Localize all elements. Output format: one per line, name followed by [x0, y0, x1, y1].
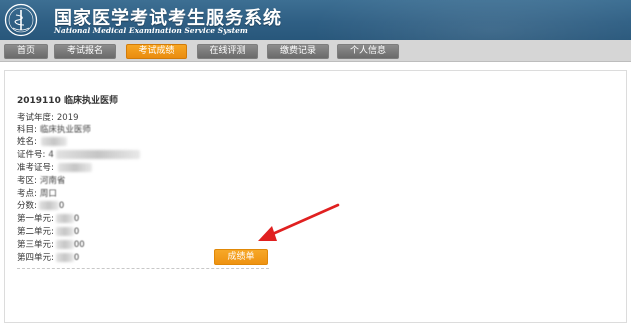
tab-online-assessment[interactable]: 在线评测 [197, 44, 258, 59]
tab-home[interactable]: 首页 [4, 44, 48, 59]
field-value: 4 [48, 150, 54, 160]
redacted-value [55, 253, 74, 262]
tab-exam-scores[interactable]: 考试成绩 [126, 44, 187, 59]
medical-emblem-icon [4, 3, 38, 37]
tab-exam-registration[interactable]: 考试报名 [54, 44, 116, 59]
field-name: 姓名: [17, 137, 67, 148]
field-exam-site: 考点: 周口 [17, 189, 57, 199]
redacted-value [57, 163, 92, 172]
tab-payment-records[interactable]: 缴费记录 [267, 44, 329, 59]
site-subtitle: National Medical Examination Service Sys… [54, 26, 248, 35]
field-exam-year: 考试年度: 2019 [17, 113, 79, 123]
transcript-button[interactable]: 成绩单 [214, 249, 268, 265]
field-value: 0 [73, 214, 80, 224]
redacted-value [40, 137, 67, 146]
score-panel [4, 70, 627, 323]
field-value: 临床执业医师 [39, 125, 91, 135]
field-unit-4: 第四单元: 0 [17, 253, 80, 263]
field-exam-region: 考区: 河南省 [17, 176, 66, 186]
field-subject: 科目: 临床执业医师 [17, 125, 91, 135]
field-unit-1: 第一单元: 0 [17, 214, 80, 224]
tab-personal-info[interactable]: 个人信息 [337, 44, 399, 59]
redacted-value [55, 150, 140, 159]
divider [17, 268, 269, 269]
field-value: 2019 [56, 113, 79, 123]
field-id-number: 证件号: 4 [17, 150, 140, 161]
redacted-value [38, 201, 59, 210]
redacted-value [55, 227, 74, 236]
redacted-value [55, 214, 74, 223]
main-nav: 首页 考试报名 考试成绩 在线评测 缴费记录 个人信息 [0, 40, 631, 62]
field-value: 00 [73, 240, 85, 250]
field-unit-3: 第三单元: 00 [17, 240, 85, 250]
field-unit-2: 第二单元: 0 [17, 227, 80, 237]
field-value: 周口 [39, 189, 57, 199]
field-admission-number: 准考证号: [17, 163, 92, 174]
field-value: 0 [73, 253, 80, 263]
field-value: 河南省 [39, 176, 66, 186]
exam-heading: 2019110 临床执业医师 [17, 96, 118, 106]
field-value: 0 [58, 201, 65, 211]
redacted-value [55, 240, 74, 249]
field-score: 分数: 0 [17, 201, 65, 211]
field-value: 0 [73, 227, 80, 237]
site-header: 国家医学考试考生服务系统 National Medical Examinatio… [0, 0, 631, 40]
